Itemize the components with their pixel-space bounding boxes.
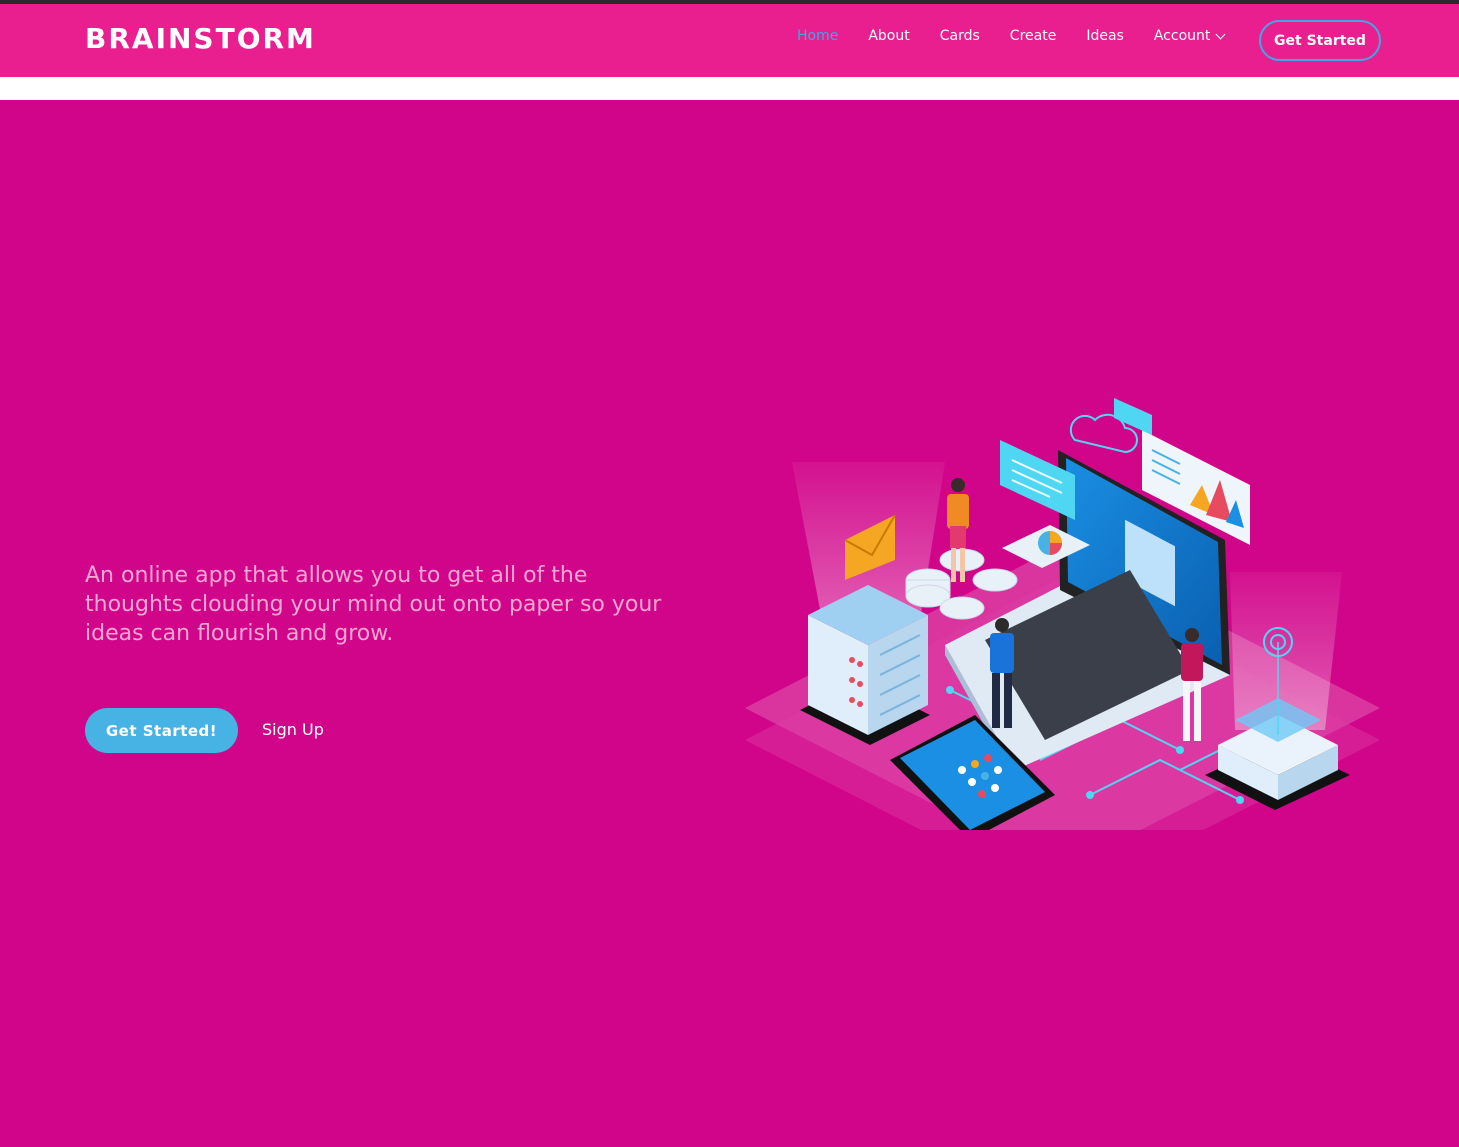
navbar: BRAINSTORM Home About Cards Create Ideas… [0, 4, 1459, 77]
nav-cards[interactable]: Cards [940, 28, 980, 44]
isometric-tech-illustration [745, 398, 1380, 830]
nav-ideas[interactable]: Ideas [1086, 28, 1124, 44]
get-started-button[interactable]: Get Started! [85, 708, 238, 753]
brand-logo[interactable]: BRAINSTORM [85, 22, 316, 55]
nav-account-label: Account [1153, 28, 1211, 44]
nav-create[interactable]: Create [1010, 28, 1057, 44]
nav-home[interactable]: Home [797, 28, 838, 44]
main-nav: Home About Cards Create Ideas Account [782, 28, 1239, 44]
nav-about[interactable]: About [868, 28, 909, 44]
chevron-down-icon [1215, 29, 1226, 39]
nav-account-dropdown[interactable]: Account [1153, 28, 1226, 44]
sign-up-link[interactable]: Sign Up [262, 720, 324, 739]
hero-tagline: An online app that allows you to get all… [85, 563, 662, 646]
header-spacer [0, 77, 1459, 100]
floating-chat-panel [1000, 440, 1075, 520]
floating-banner [1114, 398, 1152, 435]
get-started-nav-button[interactable]: Get Started [1259, 20, 1381, 61]
